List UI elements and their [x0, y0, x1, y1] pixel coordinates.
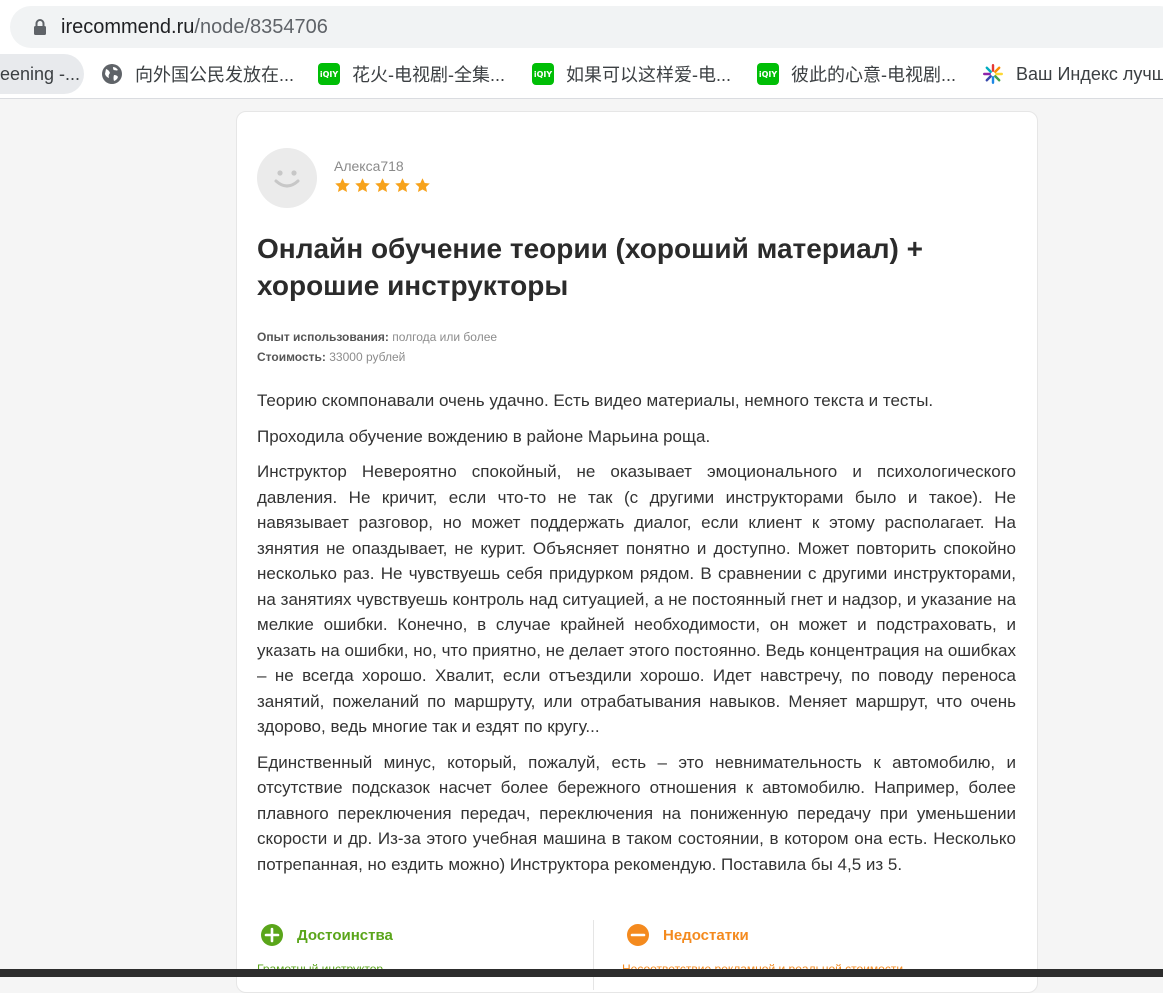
lock-icon[interactable]	[32, 18, 48, 36]
bookmark-label: 彼此的心意-电视剧...	[791, 65, 956, 85]
star-icon	[395, 178, 410, 193]
iqiyi-icon: iQIY	[532, 63, 554, 85]
experience-value: полгода или более	[392, 330, 498, 344]
bookmark-item[interactable]: iQIY 如果可以这样爱-电...	[532, 54, 731, 94]
bookmark-label: eening -...	[0, 63, 81, 84]
star-icon	[355, 178, 370, 193]
bookmark-item[interactable]: Ваш Индекс лучш	[982, 54, 1163, 94]
url-text[interactable]: irecommend.ru/node/8354706	[61, 16, 328, 39]
bookmark-label: 向外国公民发放在...	[135, 65, 295, 85]
star-icon	[335, 178, 350, 193]
cost-row: Стоимость: 33000 рублей	[257, 350, 405, 364]
review-title: Онлайн обучение теории (хороший материал…	[257, 233, 923, 301]
bookmark-label: Ваш Индекс лучш	[1016, 63, 1163, 84]
review-body: Теорию скомпонавали очень удачно. Есть в…	[257, 388, 1016, 887]
url-path: /node/8354706	[194, 16, 328, 38]
review-paragraph: Теорию скомпонавали очень удачно. Есть в…	[257, 391, 934, 410]
url-domain: irecommend.ru	[61, 16, 195, 38]
bookmark-label: 花火-电视剧-全集...	[352, 65, 505, 85]
experience-row: Опыт использования: полгода или более	[257, 330, 497, 344]
plus-icon	[261, 924, 283, 946]
bookmark-item[interactable]: iQIY 花火-电视剧-全集...	[318, 54, 505, 94]
experience-label: Опыт использования:	[257, 330, 389, 344]
cons-header: Недостатки	[627, 924, 749, 946]
pros-header: Достоинства	[261, 924, 393, 946]
iqiyi-icon: iQIY	[318, 63, 340, 85]
pros-label: Достоинства	[297, 926, 393, 944]
rating-stars	[334, 177, 431, 194]
address-bar-area: irecommend.ru/node/8354706	[0, 0, 1163, 52]
divider	[593, 920, 594, 990]
review-card: Алекса718 Онлайн обучение теории (хороши…	[236, 111, 1038, 993]
author-name[interactable]: Алекса718	[334, 158, 404, 174]
minus-icon	[627, 924, 649, 946]
cost-label: Стоимость:	[257, 350, 326, 364]
review-paragraph: Проходила обучение вождению в районе Мар…	[257, 426, 711, 446]
cost-value: 33000 рублей	[329, 350, 406, 364]
bookmarks-bar: eening -... 向外国公民发放在... iQIY 花火-电视剧-全集..…	[0, 52, 1163, 99]
address-bar[interactable]: irecommend.ru/node/8354706	[10, 6, 1163, 48]
star-icon	[415, 178, 430, 193]
iqiyi-icon: iQIY	[757, 63, 779, 85]
bookmark-item[interactable]: 向外国公民发放在...	[101, 54, 294, 94]
bookmark-item[interactable]: iQIY 彼此的心意-电视剧...	[757, 54, 956, 94]
cons-label: Недостатки	[663, 926, 749, 944]
review-paragraph: Единственный минус, который, пожалуй, ес…	[257, 752, 1016, 874]
review-paragraph: Инструктор Невероятно спокойный, не оказ…	[257, 462, 1016, 736]
globe-icon	[101, 63, 123, 85]
smiley-icon	[274, 170, 300, 188]
taskbar	[0, 969, 1163, 977]
avatar[interactable]	[257, 148, 317, 208]
star-icon	[375, 178, 390, 193]
bookmark-label: 如果可以这样爱-电...	[566, 65, 731, 85]
flower-icon	[982, 63, 1004, 85]
bookmark-item[interactable]: eening -...	[0, 54, 84, 94]
pros-cons-section: Достоинства Грамотный инструктор Недоста…	[257, 920, 1017, 990]
